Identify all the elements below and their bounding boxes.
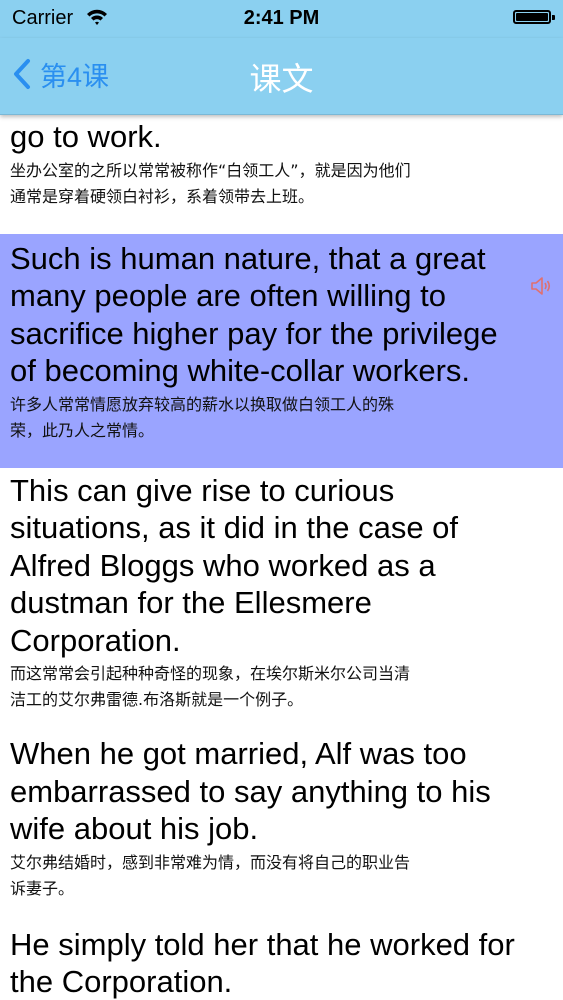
chinese-translation: 艾尔弗结婚时，感到非常难为情，而没有将自己的职业告 诉妻子。 [10, 852, 411, 898]
english-sentence: When he got married, Alf was too embarra… [10, 736, 491, 846]
english-sentence: Such is human nature, that a great many … [10, 240, 498, 389]
english-sentence: This can give rise to curious situations… [10, 472, 459, 658]
battery-icon [513, 10, 555, 24]
clock: 2:41 PM [243, 7, 320, 29]
sentence-item[interactable]: He simply told her that he worked for th… [0, 926, 563, 1000]
page-title: 课文 [249, 60, 314, 98]
sentence-item[interactable]: This can give rise to curious situations… [0, 468, 563, 736]
navigation-bar: 第4课 课文 [0, 38, 563, 115]
sentence-item[interactable]: When he got married, Alf was too embarra… [0, 735, 563, 926]
english-sentence: go to work. [10, 119, 162, 154]
chinese-translation: 坐办公室的之所以常常被称作“白领工人”，就是因为他们 通常是穿着硬领白衬衫，系着… [10, 160, 411, 206]
chinese-translation: 许多人常常情愿放弃较高的薪水以换取做白领工人的殊 荣，此乃人之常情。 [10, 394, 395, 440]
status-bar: Carrier 2:41 PM [0, 0, 563, 38]
sentence-item-selected[interactable]: Such is human nature, that a great many … [0, 233, 563, 468]
sentence-item[interactable]: go to work. 坐办公室的之所以常常被称作“白领工人”，就是因为他们 通… [0, 118, 563, 226]
speaker-icon[interactable] [529, 274, 553, 298]
lesson-text-list[interactable]: go to work. 坐办公室的之所以常常被称作“白领工人”，就是因为他们 通… [0, 114, 563, 1000]
chinese-translation: 而这常常会引起种种奇怪的现象，在埃尔斯米尔公司当清 洁工的艾尔弗雷德.布洛斯就是… [10, 664, 411, 709]
english-sentence: He simply told her that he worked for th… [10, 926, 515, 1000]
